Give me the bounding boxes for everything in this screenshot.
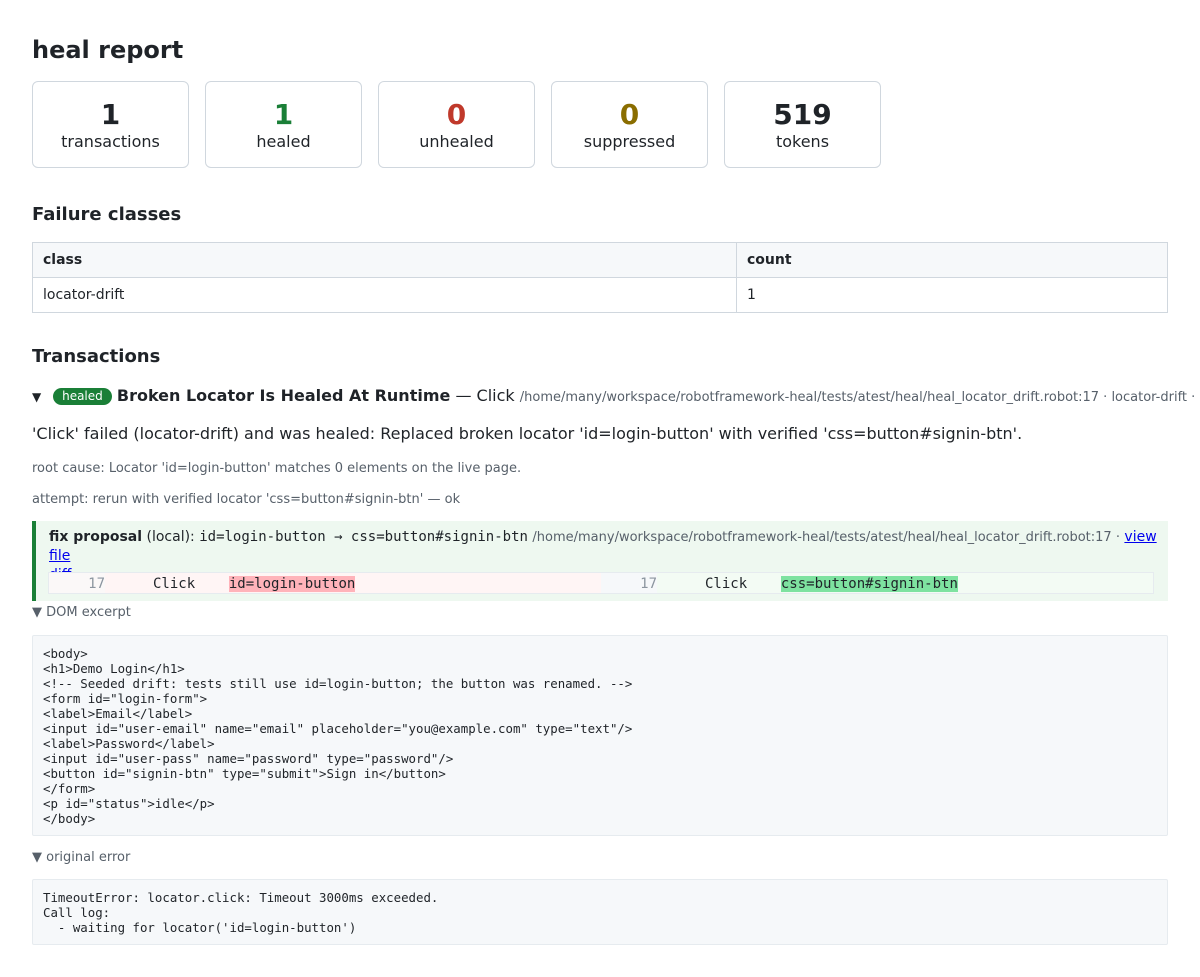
- diff-code-old: Click id=login-button: [105, 573, 356, 593]
- stat-card-suppressed: 0 suppressed: [551, 81, 708, 168]
- stat-value: 0: [446, 97, 467, 131]
- table-header-row: class count: [32, 242, 1168, 278]
- original-error-toggle[interactable]: ▼ original error: [32, 849, 130, 867]
- dom-excerpt-code: <body> <h1>Demo Login</h1> <!-- Seeded d…: [32, 635, 1168, 836]
- fix-proposal-label: fix proposal: [49, 529, 143, 545]
- diff-keyword: Click: [705, 576, 748, 592]
- transaction-summary-toggle[interactable]: ▼ healed Broken Locator Is Healed At Run…: [32, 384, 1200, 410]
- diff-line-number: 17: [49, 573, 105, 593]
- table-cell-class: locator-drift: [32, 277, 737, 313]
- transaction-title: Broken Locator Is Healed At Runtime: [116, 386, 451, 405]
- root-cause-text: root cause: Locator 'id=login-button' ma…: [32, 461, 522, 476]
- stat-label: unhealed: [419, 131, 494, 151]
- dom-excerpt-toggle[interactable]: ▼ DOM excerpt: [32, 604, 131, 622]
- diff-keyword: Click: [153, 576, 196, 592]
- original-error-code: TimeoutError: locator.click: Timeout 300…: [32, 879, 1168, 945]
- stat-card-tokens: 519 tokens: [724, 81, 881, 168]
- fix-proposal-scope: (local):: [146, 529, 195, 545]
- stat-card-unhealed: 0 unhealed: [378, 81, 535, 168]
- stats-row: 1 transactions 1 healed 0 unhealed 0 sup…: [32, 81, 881, 168]
- stat-label: healed: [256, 131, 311, 151]
- diff-line-number: 17: [601, 573, 657, 593]
- stat-value: 0: [619, 97, 640, 131]
- diff-right: 17 Click css=button#signin-btn: [601, 573, 1153, 593]
- fix-proposal-change: id=login-button → css=button#signin-btn: [199, 529, 528, 545]
- stat-value: 1: [273, 97, 294, 131]
- stat-card-transactions: 1 transactions: [32, 81, 189, 168]
- status-badge: healed: [53, 388, 112, 405]
- stat-value: 519: [773, 97, 832, 131]
- page-title: heal report: [32, 36, 184, 64]
- column-header-count: count: [736, 242, 1168, 278]
- transaction-keyword: — Click: [455, 386, 515, 405]
- stat-label: suppressed: [583, 131, 676, 151]
- stat-card-healed: 1 healed: [205, 81, 362, 168]
- transaction-summary-text: 'Click' failed (locator-drift) and was h…: [32, 424, 1023, 443]
- diff-removed-arg: id=login-button: [228, 576, 356, 592]
- transactions-heading: Transactions: [32, 346, 161, 367]
- failure-classes-heading: Failure classes: [32, 204, 182, 225]
- stat-label: tokens: [775, 131, 830, 151]
- diff-code-new: Click css=button#signin-btn: [657, 573, 958, 593]
- fix-proposal-path: /home/many/workspace/robotframework-heal…: [532, 530, 1120, 545]
- diff-added-arg: css=button#signin-btn: [780, 576, 958, 592]
- transaction-meta: /home/many/workspace/robotframework-heal…: [519, 390, 1200, 405]
- triangle-down-icon: ▼: [32, 390, 42, 404]
- diff-left: 17 Click id=login-button: [49, 573, 601, 593]
- diff-view: 17 Click id=login-button 17 Click css=bu…: [48, 572, 1154, 594]
- stat-label: transactions: [61, 131, 160, 151]
- table-row: locator-drift 1: [32, 277, 1168, 313]
- stat-value: 1: [100, 97, 121, 131]
- attempt-text: attempt: rerun with verified locator 'cs…: [32, 492, 461, 507]
- column-header-class: class: [32, 242, 737, 278]
- table-cell-count: 1: [736, 277, 1168, 313]
- failure-classes-table: class count locator-drift 1: [32, 242, 1168, 313]
